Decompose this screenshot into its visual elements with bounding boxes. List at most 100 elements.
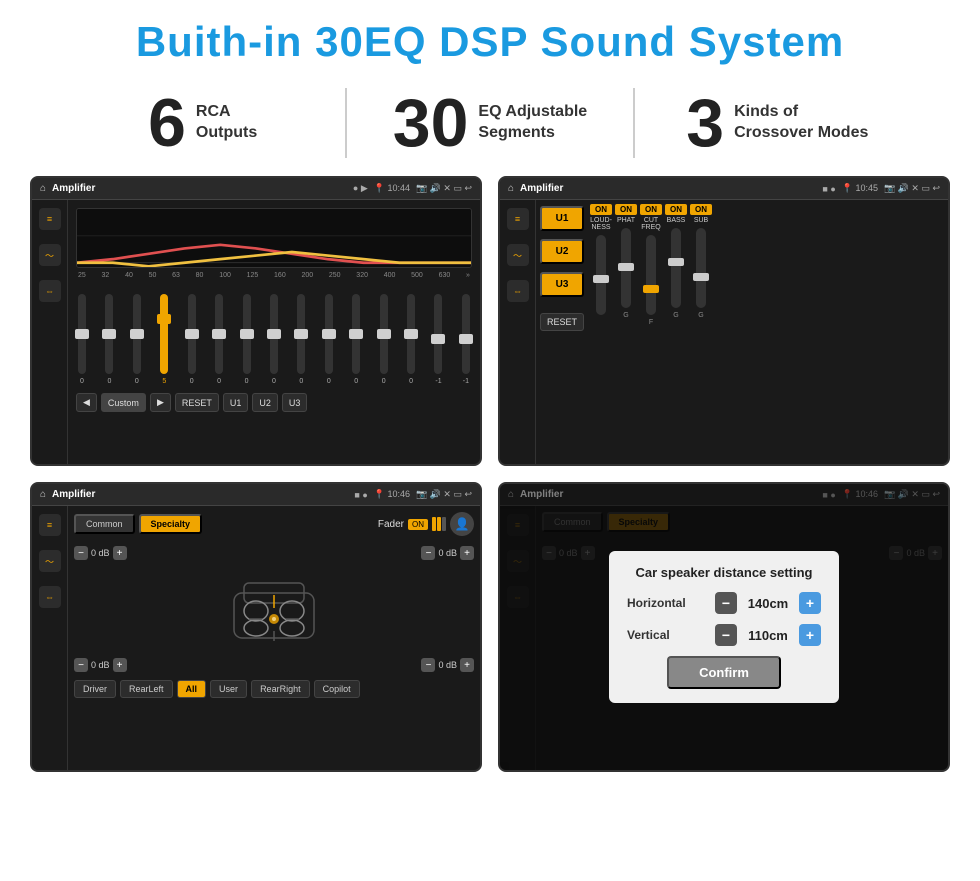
freq-labels: 25 32 40 50 63 80 100 125 160 200 250 32…	[76, 272, 472, 279]
slider-8[interactable]: 0	[270, 294, 278, 385]
crossover-icon-3[interactable]: ⇔	[507, 280, 529, 302]
eq-u2-btn[interactable]: U2	[252, 393, 278, 412]
fader-screen: ⌂ Amplifier ■ ● 📍 10:46 📷 🔊 ✕ ▭ ↩ ≡ 〜 ⇔ …	[30, 482, 482, 772]
vertical-label: Vertical	[627, 628, 670, 642]
eq-icon-1[interactable]: ≡	[39, 208, 61, 230]
ch-lb-plus[interactable]: +	[113, 658, 127, 672]
page-wrapper: Buith-in 30EQ DSP Sound System 6 RCAOutp…	[0, 0, 980, 782]
slider-12[interactable]: 0	[380, 294, 388, 385]
fader-icon-1[interactable]: ≡	[39, 514, 61, 536]
ch-rb-minus[interactable]: −	[421, 658, 435, 672]
crossover-reset-btn[interactable]: RESET	[540, 313, 584, 331]
horizontal-minus[interactable]: −	[715, 592, 737, 614]
phat-ctrl: ON PHAT G	[615, 204, 637, 460]
channel-top: − 0 dB + − 0 dB +	[74, 546, 474, 560]
eq-main-area: 25 32 40 50 63 80 100 125 160 200 250 32…	[68, 200, 480, 464]
dialog-overlay: Car speaker distance setting Horizontal …	[500, 484, 948, 770]
stat-eq-label: EQ AdjustableSegments	[478, 102, 587, 144]
eq-graph	[76, 208, 472, 268]
slider-15[interactable]: -1	[462, 294, 470, 385]
ch-lb-minus[interactable]: −	[74, 658, 88, 672]
crossover-topbar: ⌂ Amplifier ■ ● 📍 10:45 📷 🔊 ✕ ▭ ↩	[500, 178, 948, 200]
ch-rb-plus[interactable]: +	[460, 658, 474, 672]
crossover-screen: ⌂ Amplifier ■ ● 📍 10:45 📷 🔊 ✕ ▭ ↩ ≡ 〜 ⇔ …	[498, 176, 950, 466]
eq-prev-btn[interactable]: ◀	[76, 393, 97, 412]
eq-icon-3[interactable]: ⇔	[39, 280, 61, 302]
eq-bottom-bar: ◀ Custom ▶ RESET U1 U2 U3	[76, 393, 472, 412]
fader-time: 📍 10:46	[374, 489, 410, 500]
eq-dot: ● ▶	[353, 183, 368, 194]
loudness-label: LOUD-NESS	[590, 217, 612, 231]
crossover-icon-1[interactable]: ≡	[507, 208, 529, 230]
eq-content: ≡ 〜 ⇔	[32, 200, 480, 464]
fader-bottom-btns: Driver RearLeft All User RearRight Copil…	[74, 680, 474, 698]
horizontal-label: Horizontal	[627, 596, 686, 610]
crossover-title: Amplifier	[520, 183, 816, 194]
cutfreq-label: CUTFREQ	[641, 217, 660, 231]
slider-3[interactable]: 0	[133, 294, 141, 385]
user-btn[interactable]: User	[210, 680, 247, 698]
slider-2[interactable]: 0	[105, 294, 113, 385]
slider-6[interactable]: 0	[215, 294, 223, 385]
ch-rt-minus[interactable]: −	[421, 546, 435, 560]
ch-lt-plus[interactable]: +	[113, 546, 127, 560]
horizontal-plus[interactable]: +	[799, 592, 821, 614]
vertical-plus[interactable]: +	[799, 624, 821, 646]
fader-icon-3[interactable]: ⇔	[39, 586, 61, 608]
ch-right-top: − 0 dB +	[421, 546, 474, 560]
eq-icon-2[interactable]: 〜	[39, 244, 61, 266]
crossover-status: ■ ●	[822, 184, 835, 194]
bass-ctrl: ON BASS G	[665, 204, 687, 460]
u2-btn[interactable]: U2	[540, 239, 584, 264]
eq-reset-btn[interactable]: RESET	[175, 393, 219, 412]
ch-lt-minus[interactable]: −	[74, 546, 88, 560]
slider-7[interactable]: 0	[243, 294, 251, 385]
sub-ctrl: ON SUB G	[690, 204, 712, 460]
cutfreq-on: ON	[640, 204, 662, 215]
specialty-tab[interactable]: Specialty	[139, 514, 203, 534]
stat-rca-number: 6	[148, 89, 186, 157]
rearright-btn[interactable]: RearRight	[251, 680, 310, 698]
ch-right-bot: − 0 dB +	[421, 658, 474, 672]
ch-rt-plus[interactable]: +	[460, 546, 474, 560]
eq-play-btn[interactable]: ▶	[150, 393, 171, 412]
stat-crossover: 3 Kinds ofCrossover Modes	[635, 89, 920, 157]
u1-btn[interactable]: U1	[540, 206, 584, 231]
phat-slider[interactable]	[621, 228, 631, 308]
cutfreq-slider[interactable]	[646, 235, 656, 315]
u3-btn[interactable]: U3	[540, 272, 584, 297]
sub-slider[interactable]	[696, 228, 706, 308]
fader-icons: 📷 🔊 ✕ ▭ ↩	[416, 489, 472, 500]
driver-btn[interactable]: Driver	[74, 680, 116, 698]
loudness-slider[interactable]	[596, 235, 606, 315]
stat-rca: 6 RCAOutputs	[60, 89, 345, 157]
slider-10[interactable]: 0	[325, 294, 333, 385]
eq-custom-btn[interactable]: Custom	[101, 393, 146, 412]
slider-9[interactable]: 0	[297, 294, 305, 385]
u-buttons: U1 U2 U3 RESET	[536, 200, 588, 464]
slider-14[interactable]: -1	[434, 294, 442, 385]
slider-1[interactable]: 0	[78, 294, 86, 385]
common-tab[interactable]: Common	[74, 514, 135, 534]
bass-on: ON	[665, 204, 687, 215]
crossover-icon-2[interactable]: 〜	[507, 244, 529, 266]
fader-topbar: ⌂ Amplifier ■ ● 📍 10:46 📷 🔊 ✕ ▭ ↩	[32, 484, 480, 506]
all-btn[interactable]: All	[177, 680, 207, 698]
home-icon: ⌂	[40, 183, 46, 194]
fader-ctrl-row: Fader ON 👤	[378, 512, 474, 536]
eq-u1-btn[interactable]: U1	[223, 393, 249, 412]
eq-u3-btn[interactable]: U3	[282, 393, 308, 412]
confirm-button[interactable]: Confirm	[667, 656, 781, 689]
slider-5[interactable]: 0	[188, 294, 196, 385]
bass-slider[interactable]	[671, 228, 681, 308]
rearleft-btn[interactable]: RearLeft	[120, 680, 173, 698]
slider-4[interactable]: 5	[160, 294, 168, 385]
fader-icon-2[interactable]: 〜	[39, 550, 61, 572]
copilot-btn[interactable]: Copilot	[314, 680, 360, 698]
sub-on: ON	[690, 204, 712, 215]
stat-crossover-label: Kinds ofCrossover Modes	[734, 102, 868, 144]
horizontal-row: Horizontal − 140cm +	[627, 592, 821, 614]
slider-13[interactable]: 0	[407, 294, 415, 385]
vertical-minus[interactable]: −	[715, 624, 737, 646]
slider-11[interactable]: 0	[352, 294, 360, 385]
